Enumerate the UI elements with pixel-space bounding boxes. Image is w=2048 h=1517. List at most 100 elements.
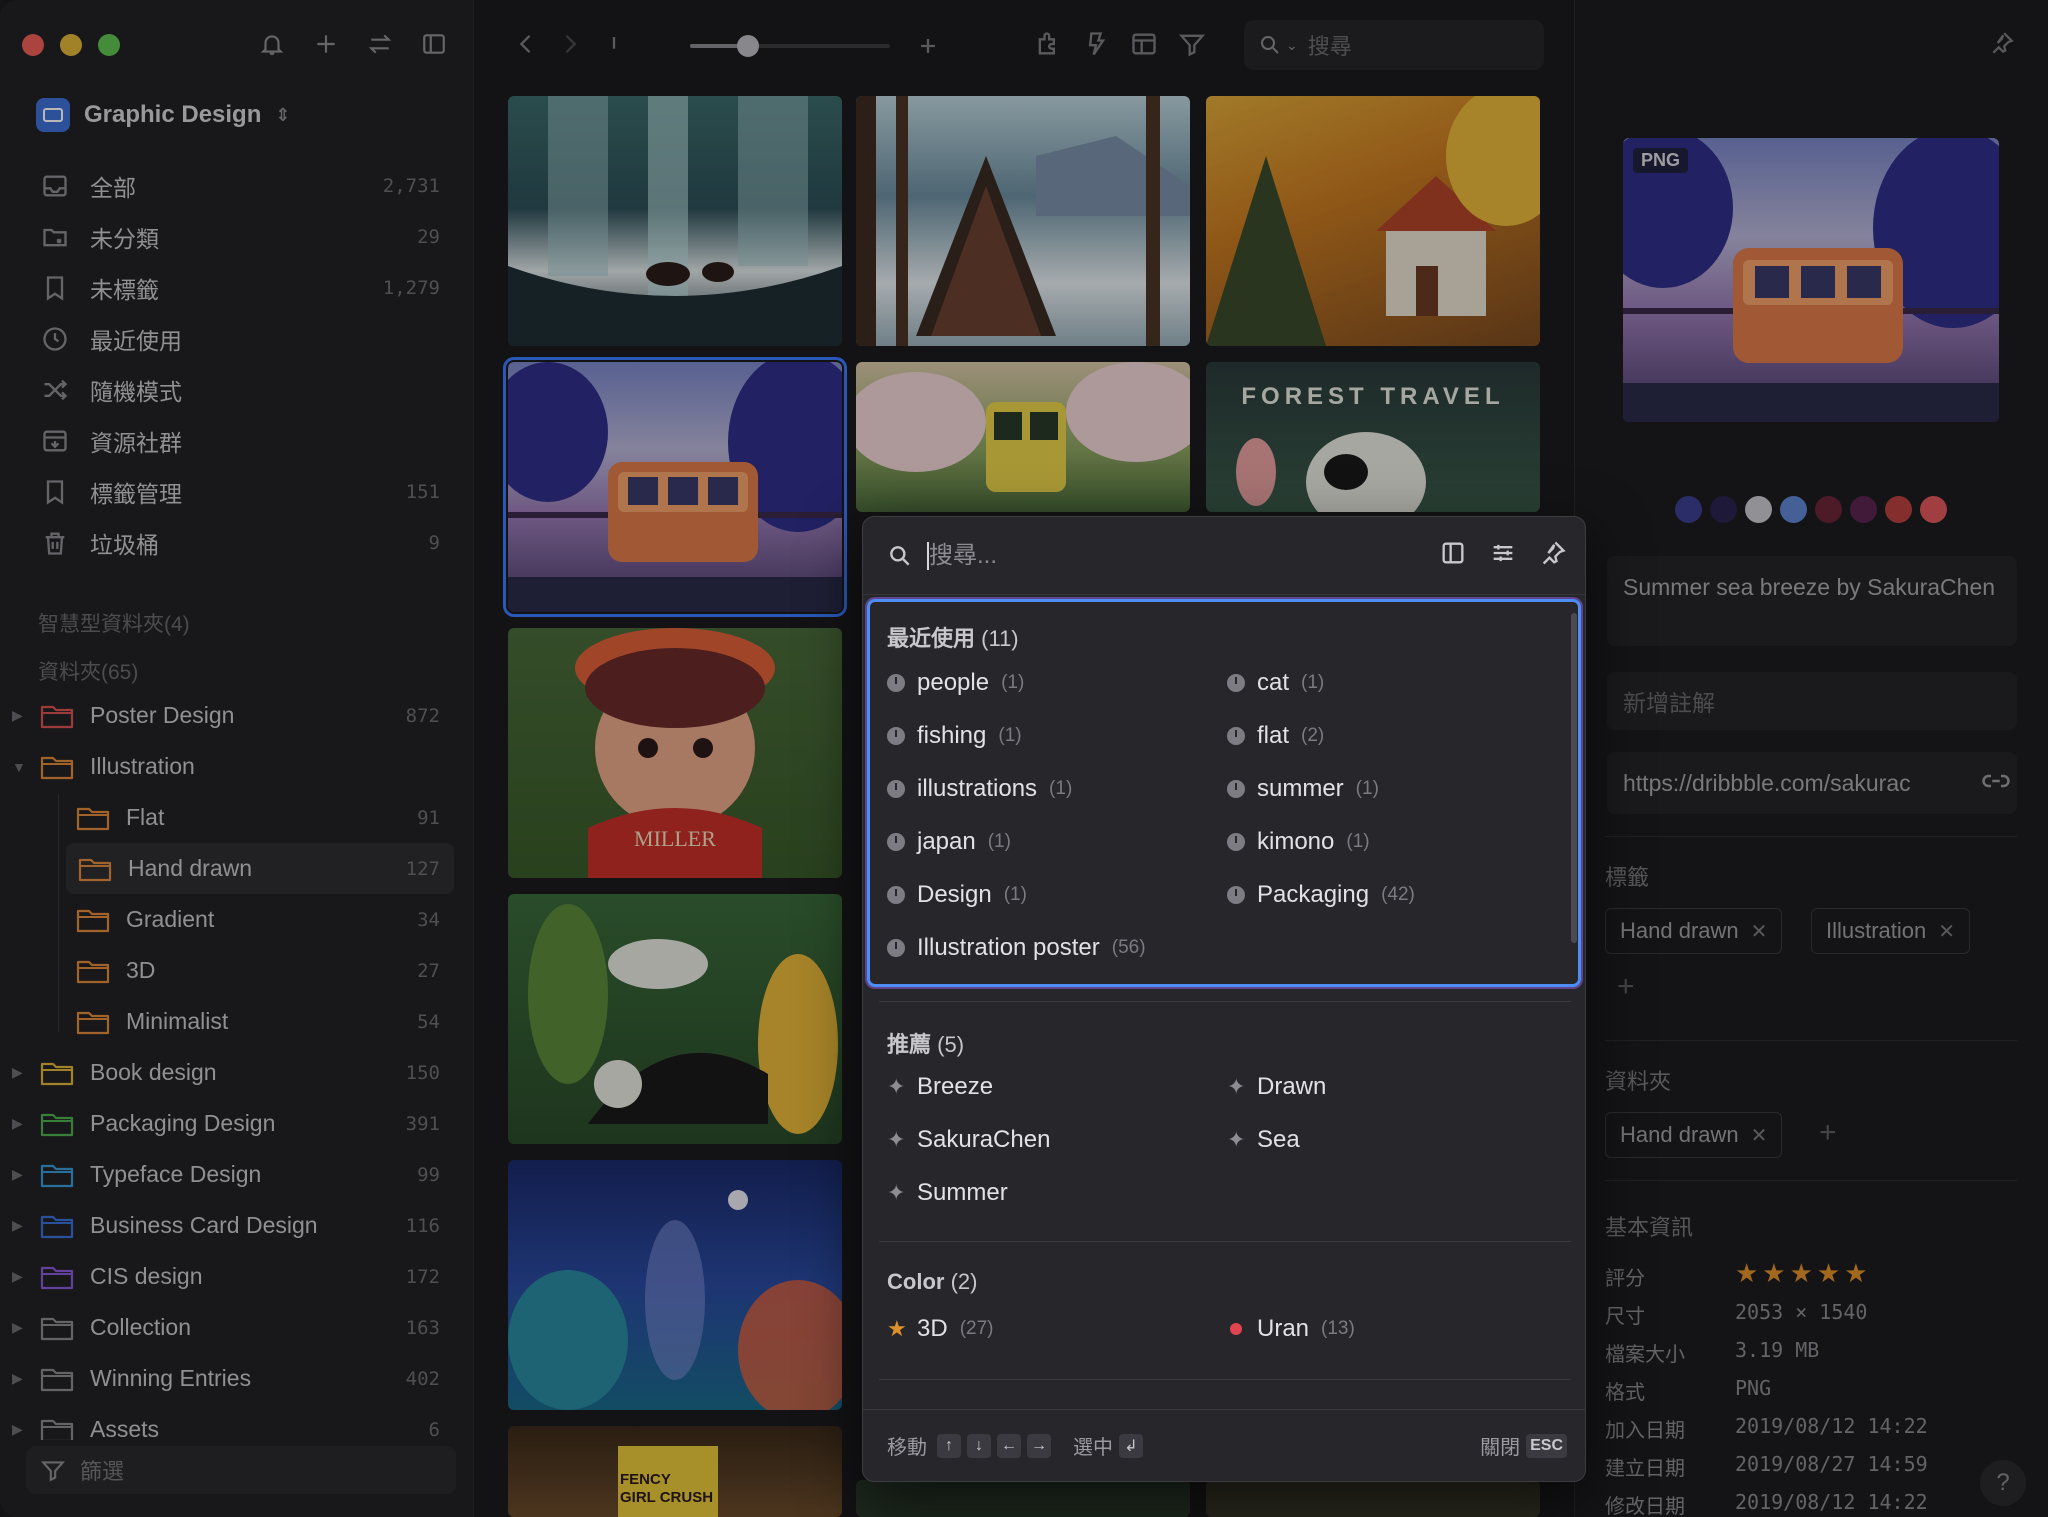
- tag-option[interactable]: Design (1): [887, 881, 1027, 909]
- panel-icon[interactable]: [1439, 539, 1467, 567]
- back-icon[interactable]: [512, 30, 540, 63]
- thumb-cherry-blossom-train-illustration[interactable]: [856, 362, 1190, 512]
- sort-options-icon[interactable]: [1489, 539, 1517, 567]
- chevron-right-icon[interactable]: ▶: [12, 1217, 28, 1234]
- tag-option[interactable]: ★ 3D (27): [887, 1315, 993, 1343]
- smart-folders-header[interactable]: 智慧型資料夾(4): [38, 608, 190, 638]
- action-icon[interactable]: [1082, 30, 1110, 63]
- nav-random[interactable]: 隨機模式: [30, 364, 452, 415]
- folder-item[interactable]: ▶ Assets 6: [0, 1404, 474, 1440]
- chevron-down-icon[interactable]: ▼: [12, 759, 28, 775]
- thumb-flower-girl-illustration[interactable]: MILLER: [508, 628, 842, 878]
- color-swatch[interactable]: [1780, 496, 1807, 523]
- nav-all[interactable]: 全部 2,731: [30, 160, 452, 211]
- rating-stars[interactable]: ★★★★★: [1735, 1258, 1872, 1289]
- remove-icon[interactable]: ✕: [1751, 1123, 1768, 1148]
- note-field[interactable]: 新增註解: [1607, 672, 2017, 730]
- help-button[interactable]: ?: [1980, 1460, 2026, 1506]
- chevron-right-icon[interactable]: ▶: [12, 707, 28, 724]
- popup-scrollbar[interactable]: [1571, 613, 1577, 943]
- url-field[interactable]: https://dribbble.com/sakurac: [1607, 752, 2017, 814]
- color-swatch[interactable]: [1885, 496, 1912, 523]
- chevron-right-icon[interactable]: ▶: [12, 1421, 28, 1438]
- thumb-night-forest-illustration[interactable]: [508, 1160, 842, 1410]
- color-swatch[interactable]: [1710, 496, 1737, 523]
- minimize-window-button[interactable]: [60, 34, 82, 56]
- tag-option[interactable]: illustrations (1): [887, 775, 1072, 803]
- tag-option[interactable]: flat (2): [1227, 722, 1324, 750]
- thumb-fency-girl-crush-poster[interactable]: FENCY GIRL CRUSH: [508, 1426, 842, 1517]
- tag-option[interactable]: summer (1): [1227, 775, 1379, 803]
- thumb-waterfall-bears-illustration[interactable]: [508, 96, 842, 346]
- tag-option[interactable]: kimono (1): [1227, 828, 1370, 856]
- tag-chip[interactable]: Hand drawn ✕: [1605, 908, 1783, 954]
- remove-icon[interactable]: ✕: [1938, 919, 1955, 944]
- zoom-slider-knob[interactable]: [737, 35, 759, 57]
- filter-bar[interactable]: 篩選: [26, 1446, 456, 1494]
- swap-icon[interactable]: [364, 28, 396, 60]
- color-swatch[interactable]: [1815, 496, 1842, 523]
- link-icon[interactable]: [1981, 766, 2015, 800]
- folder-item[interactable]: Gradient 34: [0, 894, 474, 945]
- tag-option[interactable]: ✦ Summer: [887, 1179, 1008, 1207]
- zoom-window-button[interactable]: [98, 34, 120, 56]
- zoom-slider[interactable]: [690, 35, 890, 57]
- chevron-right-icon[interactable]: ▶: [12, 1166, 28, 1183]
- folder-item[interactable]: ▶ Packaging Design 391: [0, 1098, 474, 1149]
- thumb-summer-sea-breeze-illustration[interactable]: [503, 357, 847, 617]
- color-swatch[interactable]: [1850, 496, 1877, 523]
- thumb-jungle-cat-illustration[interactable]: [508, 894, 842, 1144]
- forward-icon[interactable]: [556, 30, 584, 63]
- close-window-button[interactable]: [22, 34, 44, 56]
- top-search-field[interactable]: ⌄ 搜尋: [1244, 20, 1544, 70]
- nav-recent[interactable]: 最近使用: [30, 313, 452, 364]
- tag-option[interactable]: Illustration poster (56): [887, 934, 1146, 962]
- tag-option[interactable]: Uran (13): [1227, 1315, 1355, 1343]
- title-field[interactable]: Summer sea breeze by SakuraChen: [1607, 556, 2017, 646]
- color-swatch[interactable]: [1920, 496, 1947, 523]
- tag-option[interactable]: ✦ Sea: [1227, 1126, 1300, 1154]
- nav-community[interactable]: 資源社群: [30, 415, 452, 466]
- sidebar-toggle-icon[interactable]: [418, 28, 450, 60]
- nav-untagged[interactable]: 未標籤 1,279: [30, 262, 452, 313]
- chevron-right-icon[interactable]: ▶: [12, 1319, 28, 1336]
- chevron-right-icon[interactable]: ▶: [12, 1064, 28, 1081]
- remove-icon[interactable]: ✕: [1751, 919, 1768, 944]
- tag-option[interactable]: ✦ Breeze: [887, 1073, 993, 1101]
- folder-item[interactable]: 3D 27: [0, 945, 474, 996]
- filter-icon[interactable]: [1178, 30, 1206, 63]
- nav-unfiled[interactable]: 未分類 29: [30, 211, 452, 262]
- image-preview[interactable]: PNG: [1623, 138, 1999, 422]
- zoom-out-icon[interactable]: [686, 32, 714, 65]
- pin-icon[interactable]: [1989, 30, 2015, 61]
- tag-option[interactable]: fishing (1): [887, 722, 1022, 750]
- thumb-forest-travel-poster[interactable]: FOREST TRAVEL: [1206, 362, 1540, 512]
- folder-item[interactable]: ▶ Business Card Design 116: [0, 1200, 474, 1251]
- folder-chip[interactable]: Hand drawn ✕: [1605, 1112, 1783, 1158]
- nav-tag-manager[interactable]: 標籤管理 151: [30, 466, 452, 517]
- tag-option[interactable]: Packaging (42): [1227, 881, 1415, 909]
- popup-search-input[interactable]: [929, 541, 1409, 570]
- folder-item[interactable]: ▶ Collection 163: [0, 1302, 474, 1353]
- tag-option[interactable]: cat (1): [1227, 669, 1324, 697]
- folders-header[interactable]: 資料夾(65): [38, 656, 138, 686]
- folder-item[interactable]: ▶ Poster Design 872: [0, 690, 474, 741]
- esc-key[interactable]: ESC: [1526, 1433, 1567, 1458]
- thumb-partial[interactable]: [856, 1480, 1190, 1517]
- thumb-snowy-cabin-illustration[interactable]: [856, 96, 1190, 346]
- pin-icon[interactable]: [1539, 539, 1567, 567]
- tag-option[interactable]: people (1): [887, 669, 1024, 697]
- folder-item[interactable]: ▶ Winning Entries 402: [0, 1353, 474, 1404]
- tag-option[interactable]: japan (1): [887, 828, 1011, 856]
- folder-item[interactable]: Flat 91: [0, 792, 474, 843]
- zoom-in-icon[interactable]: [914, 32, 942, 65]
- folder-item[interactable]: Hand drawn 127: [66, 843, 454, 894]
- chevron-right-icon[interactable]: ▶: [12, 1370, 28, 1387]
- layout-icon[interactable]: [1130, 30, 1158, 63]
- nav-trash[interactable]: 垃圾桶 9: [30, 517, 452, 568]
- chevron-right-icon[interactable]: ▶: [12, 1115, 28, 1132]
- folder-item[interactable]: Minimalist 54: [0, 996, 474, 1047]
- library-switcher[interactable]: Graphic Design ⇕: [36, 98, 290, 132]
- bell-icon[interactable]: [256, 28, 288, 60]
- folder-item[interactable]: ▶ Typeface Design 99: [0, 1149, 474, 1200]
